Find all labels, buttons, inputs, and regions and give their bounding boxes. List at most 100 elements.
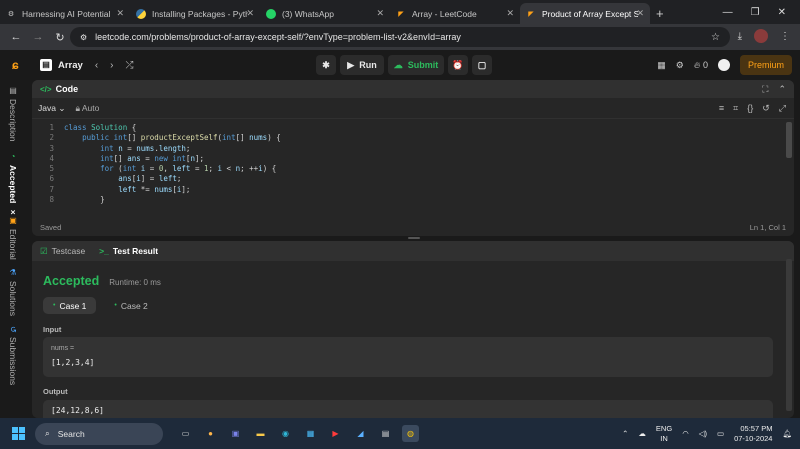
- leetcode-favicon-icon: ◤: [528, 10, 534, 18]
- language-indicator[interactable]: ENG IN: [656, 424, 672, 444]
- code-line: 1 class Solution {: [32, 123, 794, 133]
- task-view-icon[interactable]: ▭: [177, 425, 194, 442]
- code-scrollbar[interactable]: [786, 122, 792, 158]
- close-icon[interactable]: ✕: [376, 8, 384, 19]
- submit-button[interactable]: ☁ Submit: [388, 55, 444, 75]
- language-select[interactable]: Java ⌄: [38, 103, 65, 114]
- teams-icon[interactable]: ▣: [227, 425, 244, 442]
- tray-chevron-up-icon[interactable]: ⌃: [622, 429, 628, 438]
- taskbar-search[interactable]: ⌕ Search: [35, 422, 163, 445]
- tab-submissions[interactable]: ↺ Submissions: [8, 326, 18, 385]
- clock[interactable]: 05:57 PM 07-10-2024: [734, 424, 772, 444]
- onedrive-icon[interactable]: ☁: [638, 429, 646, 438]
- code-editor[interactable]: 1 class Solution { 2 public int[] product…: [32, 119, 794, 215]
- timer-button[interactable]: ⏰: [448, 55, 468, 75]
- search-label: Search: [57, 428, 85, 439]
- bug-icon: ✱: [322, 59, 330, 70]
- notes-button[interactable]: ▢: [472, 55, 492, 75]
- problem-list-link[interactable]: ▤ Array: [40, 59, 83, 71]
- panel-resize-handle[interactable]: [408, 237, 420, 239]
- edge-icon[interactable]: ◉: [277, 425, 294, 442]
- close-icon[interactable]: ✕: [116, 8, 124, 19]
- menu-kebab-icon[interactable]: ⋮: [780, 31, 790, 42]
- case-label: Case 1: [59, 300, 87, 311]
- case-1-tab[interactable]: • Case 1: [43, 297, 97, 314]
- output-label: Output: [43, 387, 68, 396]
- code-line: 7 left *= nums[i];: [32, 185, 794, 195]
- photos-icon[interactable]: ◢: [352, 425, 369, 442]
- close-icon[interactable]: ✕: [636, 8, 644, 19]
- code-panel-header: </> Code: [32, 80, 794, 98]
- maximize-icon[interactable]: ⛶: [762, 84, 768, 95]
- download-icon[interactable]: ⤓: [738, 31, 742, 42]
- code-icon: </>: [40, 84, 52, 94]
- tab-test-result[interactable]: >_ Test Result: [99, 246, 158, 256]
- debug-button[interactable]: ✱: [316, 55, 336, 75]
- terminal-app-icon[interactable]: ▤: [377, 425, 394, 442]
- close-window-icon[interactable]: ✕: [778, 7, 786, 18]
- microsoft-store-icon[interactable]: ▦: [302, 425, 319, 442]
- leetcode-header: ɕ ▤ Array ‹ › ⤮ ✱ ▶ Run ☁ Submit ⏰ ▢ ▦ ⚙…: [0, 50, 800, 80]
- bookmark-star-icon[interactable]: ☆: [711, 32, 720, 43]
- tab-submissions-label: Submissions: [8, 336, 18, 385]
- forward-icon[interactable]: →: [32, 31, 44, 43]
- browser-tab-array-leetcode[interactable]: ◤ Array - LeetCode ✕: [390, 3, 520, 24]
- leetcode-logo-icon[interactable]: ɕ: [12, 58, 26, 72]
- youtube-icon[interactable]: ▶: [327, 425, 344, 442]
- premium-button[interactable]: Premium: [739, 55, 792, 75]
- browser-tab-product-of-array[interactable]: ◤ Product of Array Except Self ✕: [520, 3, 650, 24]
- prev-problem-icon[interactable]: ‹: [95, 60, 98, 71]
- profile-avatar[interactable]: [754, 29, 768, 43]
- close-icon[interactable]: ✕: [246, 8, 254, 19]
- user-avatar[interactable]: [717, 59, 730, 71]
- settings-gear-icon[interactable]: ⚙: [676, 60, 684, 71]
- case-2-tab[interactable]: • Case 2: [104, 297, 157, 314]
- run-button[interactable]: ▶ Run: [340, 55, 384, 75]
- case-tabs: • Case 1 • Case 2: [43, 297, 158, 314]
- windows-taskbar: ⌕ Search ▭ ● ▣ ▬ ◉ ▦ ▶ ◢ ▤ ◍ ⌃ ☁ ENG IN …: [0, 418, 800, 449]
- tab-solutions[interactable]: ⚗ Solutions: [8, 268, 18, 316]
- checkbox-icon: ☑: [40, 245, 48, 256]
- next-problem-icon[interactable]: ›: [110, 60, 113, 71]
- chrome-icon[interactable]: ◍: [402, 425, 419, 442]
- line-number: 8: [49, 195, 54, 205]
- bookmark-icon[interactable]: ⌗: [733, 103, 738, 114]
- back-icon[interactable]: ←: [10, 31, 22, 43]
- shuffle-icon[interactable]: ⤮: [126, 60, 134, 71]
- result-scrollbar[interactable]: [786, 259, 792, 411]
- notification-counter[interactable]: 🔥︎ 0: [694, 60, 708, 71]
- browser-tab-harnessing-ai[interactable]: ⚙ Harnessing AI Potential ✕: [0, 3, 130, 24]
- tab-editorial[interactable]: ▣ Editorial: [8, 216, 18, 260]
- doc-icon: ▤: [8, 86, 18, 95]
- restore-icon[interactable]: ❐: [751, 7, 760, 18]
- volume-icon[interactable]: ◁): [699, 429, 707, 438]
- tab-testcase[interactable]: ☑ Testcase: [40, 246, 85, 257]
- new-tab-icon[interactable]: +: [656, 3, 664, 24]
- auto-mode-toggle[interactable]: 🔒︎ Auto: [75, 103, 99, 114]
- expand-icon[interactable]: ⤢: [779, 103, 786, 114]
- collapse-icon[interactable]: ⌃: [778, 84, 786, 95]
- language-value: Java: [38, 102, 56, 113]
- tab-accepted[interactable]: ◔ Accepted ×: [8, 152, 18, 217]
- code-panel: </> Code ⛶ ⌃ Java ⌄ 🔒︎ Auto ≡ ⌗ {} ↺ ⤢ 1…: [32, 80, 794, 236]
- browser-tab-installing-packages[interactable]: Installing Packages - Python ✕: [130, 3, 260, 24]
- wifi-icon[interactable]: ◠: [682, 429, 689, 438]
- close-icon[interactable]: ✕: [506, 8, 514, 19]
- tab-solutions-label: Solutions: [8, 281, 18, 316]
- battery-icon[interactable]: ▭: [717, 429, 724, 438]
- reset-icon[interactable]: ↺: [762, 103, 770, 114]
- format-icon[interactable]: ≡: [719, 103, 724, 114]
- widgets-icon[interactable]: ●: [202, 425, 219, 442]
- notifications-bell-icon[interactable]: 🔔︎: [782, 429, 792, 438]
- minimize-icon[interactable]: —: [723, 7, 733, 18]
- clock-date: 07-10-2024: [734, 433, 773, 443]
- url-field[interactable]: ⚙ leetcode.com/problems/product-of-array…: [70, 27, 730, 47]
- site-info-icon[interactable]: ⚙: [80, 33, 87, 42]
- windows-start-icon[interactable]: [12, 427, 25, 440]
- reload-icon[interactable]: ↻: [54, 31, 66, 44]
- braces-icon[interactable]: {}: [747, 103, 753, 114]
- browser-tab-whatsapp[interactable]: (3) WhatsApp ✕: [260, 3, 390, 24]
- layout-icon[interactable]: ▦: [657, 60, 666, 71]
- tab-description[interactable]: ▤ Description: [8, 86, 18, 142]
- file-explorer-icon[interactable]: ▬: [252, 425, 269, 442]
